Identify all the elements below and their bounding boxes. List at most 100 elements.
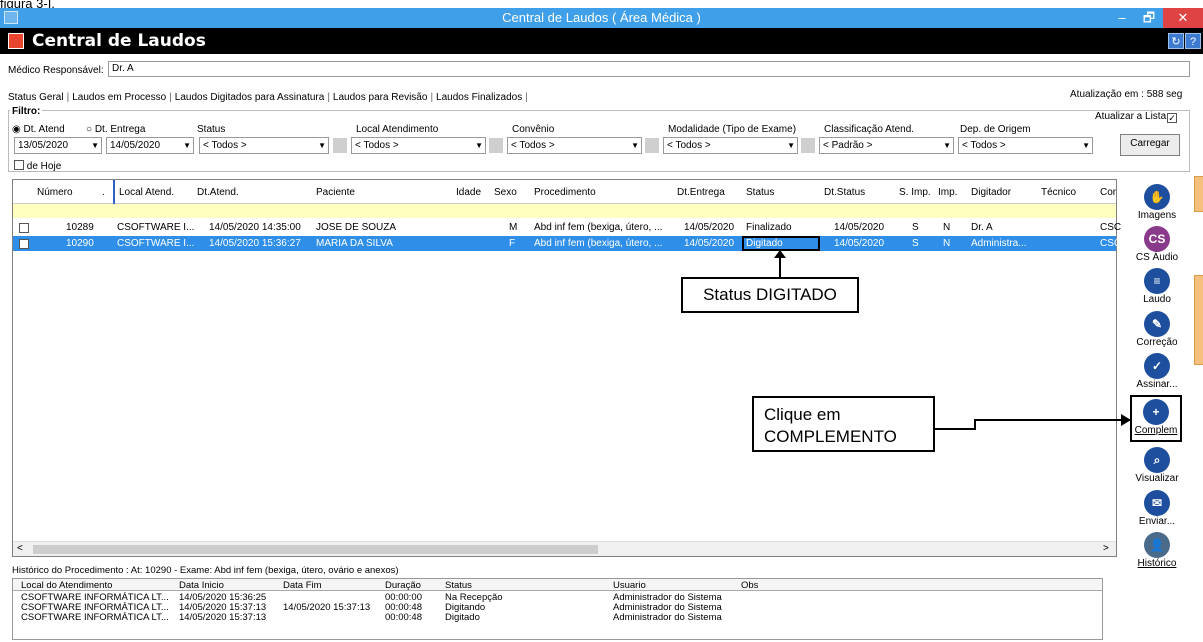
historico-label: Histórico	[1137, 558, 1177, 569]
atualizar-label: Atualizar a Lista	[1095, 111, 1167, 122]
chevron-down-icon: ▼	[183, 141, 191, 150]
date-from-input[interactable]: 13/05/2020 ▼	[14, 137, 102, 154]
atualizar-checkbox[interactable]: ✓	[1167, 112, 1177, 124]
hcol-usuario[interactable]: Usuario	[613, 580, 646, 591]
convenio-select[interactable]: < Todos > ▼	[507, 137, 642, 154]
cs-audio-icon: CS	[1144, 226, 1170, 252]
imagens-button[interactable]: ✋ Imagens	[1124, 184, 1190, 221]
chevron-down-icon: ▼	[1082, 141, 1090, 150]
cell-imp: N	[943, 238, 951, 249]
cell-procedimento: Abd inf fem (bexiga, útero, ...	[534, 222, 663, 233]
hcol-duracao[interactable]: Duração	[385, 580, 421, 591]
classif-lookup-icon[interactable]	[801, 138, 815, 153]
col-digitador[interactable]: Digitador	[971, 187, 1011, 198]
close-button[interactable]: ✕	[1163, 8, 1203, 28]
annotation-complemento: Clique em COMPLEMENTO	[752, 396, 935, 452]
edge-tab-selecao[interactable]	[1194, 275, 1203, 365]
scroll-right-icon[interactable]: >	[1103, 543, 1109, 554]
hcol-status[interactable]: Status	[445, 580, 472, 591]
update-info: Atualização em : 588 seg	[1070, 89, 1183, 100]
col-dot[interactable]: .	[102, 187, 105, 198]
local-lookup-icon[interactable]	[333, 138, 347, 153]
col-dt-status[interactable]: Dt.Status	[824, 187, 865, 198]
hcol-inicio[interactable]: Data Inicio	[179, 580, 224, 591]
table-row[interactable]: 10289 CSOFTWARE I... 14/05/2020 14:35:00…	[13, 220, 1121, 235]
hcol-fim[interactable]: Data Fim	[283, 580, 322, 591]
cell-cor: CSC	[1100, 238, 1122, 249]
status-select-value: < Todos >	[203, 140, 247, 151]
de-hoje-checkbox[interactable]: de Hoje	[14, 160, 61, 172]
app-name: Central de Laudos	[32, 31, 206, 51]
col-sexo[interactable]: Sexo	[494, 187, 517, 198]
dep-select[interactable]: < Todos > ▼	[958, 137, 1093, 154]
laudo-button[interactable]: ≡ Laudo	[1124, 268, 1190, 305]
modalidade-select[interactable]: < Todos > ▼	[663, 137, 798, 154]
edge-tab-estatisticas[interactable]	[1194, 176, 1203, 212]
hcell-usuario: Administrador do Sistema	[613, 612, 722, 623]
radio-dt-entrega-label: Dt. Entrega	[94, 124, 146, 135]
modalidade-lookup-icon[interactable]	[645, 138, 659, 153]
historico-button[interactable]: 👤 Histórico	[1124, 532, 1190, 569]
cell-dt-status: 14/05/2020	[834, 222, 885, 233]
historico-icon: 👤	[1144, 532, 1170, 558]
grid-filter-row[interactable]	[13, 204, 1116, 218]
date-to-input[interactable]: 14/05/2020 ▼	[106, 137, 194, 154]
tab-laudos-revisao[interactable]: Laudos para Revisão	[333, 92, 428, 103]
tab-laudos-digitados[interactable]: Laudos Digitados para Assinatura	[175, 92, 325, 103]
scroll-left-icon[interactable]: <	[17, 543, 23, 554]
col-local[interactable]: Local Atend.	[119, 187, 174, 198]
convenio-lookup-icon[interactable]	[489, 138, 503, 153]
col-dt-atend[interactable]: Dt.Atend.	[197, 187, 239, 198]
col-cor[interactable]: Cor	[1100, 187, 1116, 198]
tab-laudos-processo[interactable]: Laudos em Processo	[72, 92, 166, 103]
chevron-down-icon: ▼	[943, 141, 951, 150]
visualizar-button[interactable]: ⌕ Visualizar	[1124, 447, 1190, 484]
horizontal-scrollbar[interactable]: < >	[13, 541, 1116, 556]
col-dt-entrega[interactable]: Dt.Entrega	[677, 187, 725, 198]
classif-select[interactable]: < Padrão > ▼	[819, 137, 954, 154]
col-tecnico[interactable]: Técnico	[1041, 187, 1076, 198]
history-row[interactable]: CSOFTWARE INFORMÁTICA LT... 14/05/2020 1…	[13, 592, 1102, 603]
assinar-button[interactable]: ✓ Assinar...	[1124, 353, 1190, 390]
help-icon[interactable]: ?	[1185, 33, 1201, 49]
cs-audio-button[interactable]: CS CS Áudio	[1124, 226, 1190, 263]
window-title: Central de Laudos ( Área Médica )	[502, 10, 701, 25]
medico-field[interactable]: Dr. A	[108, 61, 1190, 77]
laudo-label: Laudo	[1143, 294, 1171, 305]
col-status[interactable]: Status	[746, 187, 774, 198]
history-row[interactable]: CSOFTWARE INFORMÁTICA LT... 14/05/2020 1…	[13, 602, 1102, 613]
refresh-icon[interactable]: ↻	[1168, 33, 1184, 49]
tab-laudos-finalizados[interactable]: Laudos Finalizados	[436, 92, 522, 103]
carregar-button[interactable]: Carregar	[1120, 134, 1180, 156]
col-paciente[interactable]: Paciente	[316, 187, 355, 198]
complemento-button[interactable]: + Complem	[1130, 395, 1182, 442]
col-s-imp[interactable]: S. Imp.	[899, 187, 931, 198]
status-select[interactable]: < Todos > ▼	[199, 137, 329, 154]
radio-dt-atend[interactable]: ◉ Dt. Atend	[12, 124, 65, 135]
col-numero[interactable]: Número	[37, 187, 73, 198]
hcell-inicio: 14/05/2020 15:37:13	[179, 612, 267, 623]
hcol-local[interactable]: Local do Atendimento	[21, 580, 112, 591]
col-procedimento[interactable]: Procedimento	[534, 187, 596, 198]
table-row-selected[interactable]: 10290 CSOFTWARE I... 14/05/2020 15:36:27…	[13, 236, 1121, 251]
col-idade[interactable]: Idade	[456, 187, 481, 198]
history-row[interactable]: CSOFTWARE INFORMÁTICA LT... 14/05/2020 1…	[13, 612, 1102, 623]
annotation-complemento-line1: Clique em	[764, 405, 841, 424]
enviar-button[interactable]: ✉ Enviar...	[1124, 490, 1190, 527]
chevron-down-icon: ▼	[787, 141, 795, 150]
minimize-button[interactable]: –	[1108, 8, 1136, 28]
hcol-obs[interactable]: Obs	[741, 580, 758, 591]
tab-status-geral[interactable]: Status Geral	[8, 92, 64, 103]
radio-dt-entrega[interactable]: ○ Dt. Entrega	[86, 124, 145, 135]
cell-dt-entrega: 14/05/2020	[684, 222, 735, 233]
annotation-status-digitado: Status DIGITADO	[681, 277, 859, 313]
col-imp[interactable]: Imp.	[938, 187, 957, 198]
scrollbar-thumb[interactable]	[33, 545, 598, 554]
hcell-status: Digitado	[445, 612, 480, 623]
local-select[interactable]: < Todos > ▼	[351, 137, 486, 154]
maximize-button[interactable]: 🗗	[1135, 8, 1163, 28]
date-to-value: 14/05/2020	[110, 140, 161, 151]
correcao-icon: ✎	[1144, 311, 1170, 337]
correcao-button[interactable]: ✎ Correção	[1124, 311, 1190, 348]
history-header: Local do Atendimento Data Inicio Data Fi…	[13, 579, 1102, 591]
